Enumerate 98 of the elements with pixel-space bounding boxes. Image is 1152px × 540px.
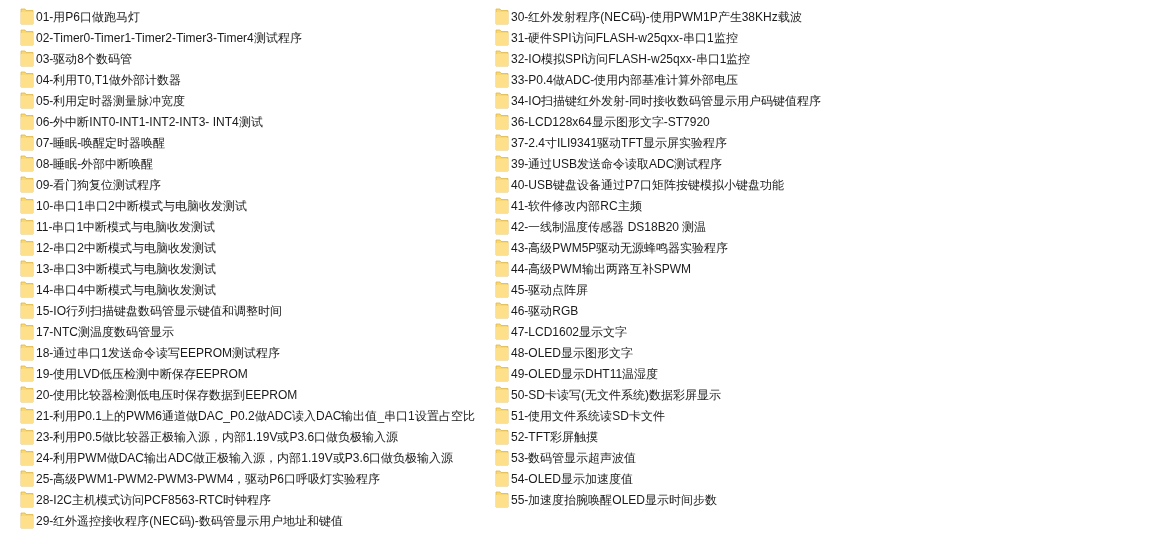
folder-item[interactable]: 40-USB键盘设备通过P7口矩阵按键模拟小键盘功能 (495, 174, 995, 195)
folder-icon (495, 134, 509, 151)
folder-item[interactable]: 42-一线制温度传感器 DS18B20 测温 (495, 216, 995, 237)
folder-icon (495, 176, 509, 193)
folder-icon (20, 428, 34, 445)
folder-icon (495, 449, 509, 466)
folder-item[interactable]: 33-P0.4做ADC-使用内部基准计算外部电压 (495, 69, 995, 90)
folder-item[interactable]: 07-睡眠-唤醒定时器唤醒 (20, 132, 475, 153)
folder-item[interactable]: 01-用P6口做跑马灯 (20, 6, 475, 27)
folder-icon (495, 302, 509, 319)
folder-item[interactable]: 23-利用P0.5做比较器正极输入源，内部1.19V或P3.6口做负极输入源 (20, 426, 475, 447)
folder-icon (495, 197, 509, 214)
folder-icon (20, 491, 34, 508)
folder-item[interactable]: 21-利用P0.1上的PWM6通道做DAC_P0.2做ADC读入DAC输出值_串口1设置占空比 (20, 405, 475, 426)
folder-icon (20, 50, 34, 67)
folder-item[interactable]: 05-利用定时器测量脉冲宽度 (20, 90, 475, 111)
folder-icon (495, 281, 509, 298)
folder-icon (495, 218, 509, 235)
folder-icon (20, 344, 34, 361)
folder-icon (20, 8, 34, 25)
folder-item[interactable]: 51-使用文件系统读SD卡文件 (495, 405, 995, 426)
folder-icon (20, 29, 34, 46)
folder-icon (20, 218, 34, 235)
folder-item[interactable]: 08-睡眠-外部中断唤醒 (20, 153, 475, 174)
folder-icon (20, 449, 34, 466)
folder-item[interactable]: 03-驱动8个数码管 (20, 48, 475, 69)
folder-item[interactable]: 10-串口1串口2中断模式与电脑收发测试 (20, 195, 475, 216)
folder-item[interactable]: 50-SD卡读写(无文件系统)数据彩屏显示 (495, 384, 995, 405)
folder-icon (495, 260, 509, 277)
folder-icon (495, 428, 509, 445)
folder-item[interactable]: 32-IO模拟SPI访问FLASH-w25qxx-串口1监控 (495, 48, 995, 69)
folder-item[interactable]: 34-IO扫描键红外发射-同时接收数码管显示用户码键值程序 (495, 90, 995, 111)
folder-item[interactable]: 17-NTC测温度数码管显示 (20, 321, 475, 342)
folder-icon (20, 407, 34, 424)
folder-icon (495, 71, 509, 88)
folder-icon (20, 176, 34, 193)
folder-icon (495, 470, 509, 487)
folder-item[interactable]: 13-串口3中断模式与电脑收发测试 (20, 258, 475, 279)
folder-icon (20, 260, 34, 277)
folder-icon (20, 302, 34, 319)
folder-item[interactable]: 19-使用LVD低压检测中断保存EEPROM (20, 363, 475, 384)
folder-icon (495, 491, 509, 508)
folder-item[interactable]: 37-2.4寸ILI9341驱动TFT显示屏实验程序 (495, 132, 995, 153)
folder-icon (20, 197, 34, 214)
folder-icon (20, 323, 34, 340)
folder-item[interactable]: 54-OLED显示加速度值 (495, 468, 995, 489)
folder-item[interactable]: 25-高级PWM1-PWM2-PWM3-PWM4，驱动P6口呼吸灯实验程序 (20, 468, 475, 489)
folder-icon (495, 155, 509, 172)
folder-item[interactable]: 28-I2C主机模式访问PCF8563-RTC时钟程序 (20, 489, 475, 510)
folder-icon (20, 239, 34, 256)
folder-item[interactable]: 55-加速度抬腕唤醒OLED显示时间步数 (495, 489, 995, 510)
folder-icon (20, 113, 34, 130)
folder-icon (495, 29, 509, 46)
folder-icon (20, 134, 34, 151)
folder-item[interactable]: 15-IO行列扫描键盘数码管显示键值和调整时间 (20, 300, 475, 321)
folder-item[interactable]: 43-高级PWM5P驱动无源蜂鸣器实验程序 (495, 237, 995, 258)
folder-item[interactable]: 11-串口1中断模式与电脑收发测试 (20, 216, 475, 237)
folder-item[interactable]: 02-Timer0-Timer1-Timer2-Timer3-Timer4测试程序 (20, 27, 475, 48)
folder-item[interactable]: 30-红外发射程序(NEC码)-使用PWM1P产生38KHz载波 (495, 6, 995, 27)
folder-icon (20, 92, 34, 109)
folder-icon (495, 113, 509, 130)
folder-item[interactable]: 06-外中断INT0-INT1-INT2-INT3- INT4测试 (20, 111, 475, 132)
folder-icon (495, 92, 509, 109)
folder-icon (495, 8, 509, 25)
folder-icon (20, 155, 34, 172)
folder-item[interactable]: 44-高级PWM输出两路互补SPWM (495, 258, 995, 279)
folder-icon (495, 239, 509, 256)
folder-item[interactable]: 12-串口2中断模式与电脑收发测试 (20, 237, 475, 258)
folder-item[interactable]: 36-LCD128x64显示图形文字-ST7920 (495, 111, 995, 132)
folder-icon (20, 71, 34, 88)
folder-icon (495, 323, 509, 340)
folder-item[interactable]: 20-使用比较器检测低电压时保存数据到EEPROM (20, 384, 475, 405)
folder-icon (20, 512, 34, 529)
folder-item[interactable]: 09-看门狗复位测试程序 (20, 174, 475, 195)
folder-item[interactable]: 46-驱动RGB (495, 300, 995, 321)
folder-icon (495, 344, 509, 361)
folder-icon (495, 365, 509, 382)
folder-item[interactable]: 45-驱动点阵屏 (495, 279, 995, 300)
folder-icon (20, 365, 34, 382)
folder-icon (495, 386, 509, 403)
folder-item[interactable]: 04-利用T0,T1做外部计数器 (20, 69, 475, 90)
folder-item[interactable]: 52-TFT彩屏触摸 (495, 426, 995, 447)
folder-item[interactable]: 24-利用PWM做DAC输出ADC做正极输入源，内部1.19V或P3.6口做负极输入源 (20, 447, 475, 468)
folder-item[interactable]: 14-串口4中断模式与电脑收发测试 (20, 279, 475, 300)
folder-item[interactable]: 49-OLED显示DHT11温湿度 (495, 363, 995, 384)
folder-icon (20, 386, 34, 403)
folder-icon (495, 50, 509, 67)
folder-item[interactable]: 18-通过串口1发送命令读写EEPROM测试程序 (20, 342, 475, 363)
folder-item[interactable]: 31-硬件SPI访问FLASH-w25qxx-串口1监控 (495, 27, 995, 48)
folder-icon (20, 281, 34, 298)
folder-icon (495, 407, 509, 424)
folder-item[interactable]: 41-软件修改内部RC主频 (495, 195, 995, 216)
folder-item[interactable]: 29-红外遥控接收程序(NEC码)-数码管显示用户地址和键值 (20, 510, 475, 531)
folder-item[interactable]: 53-数码管显示超声波值 (495, 447, 995, 468)
folder-item[interactable]: 48-OLED显示图形文字 (495, 342, 995, 363)
folder-icon (20, 470, 34, 487)
folder-item[interactable]: 39-通过USB发送命令读取ADC测试程序 (495, 153, 995, 174)
folder-item[interactable]: 47-LCD1602显示文字 (495, 321, 995, 342)
